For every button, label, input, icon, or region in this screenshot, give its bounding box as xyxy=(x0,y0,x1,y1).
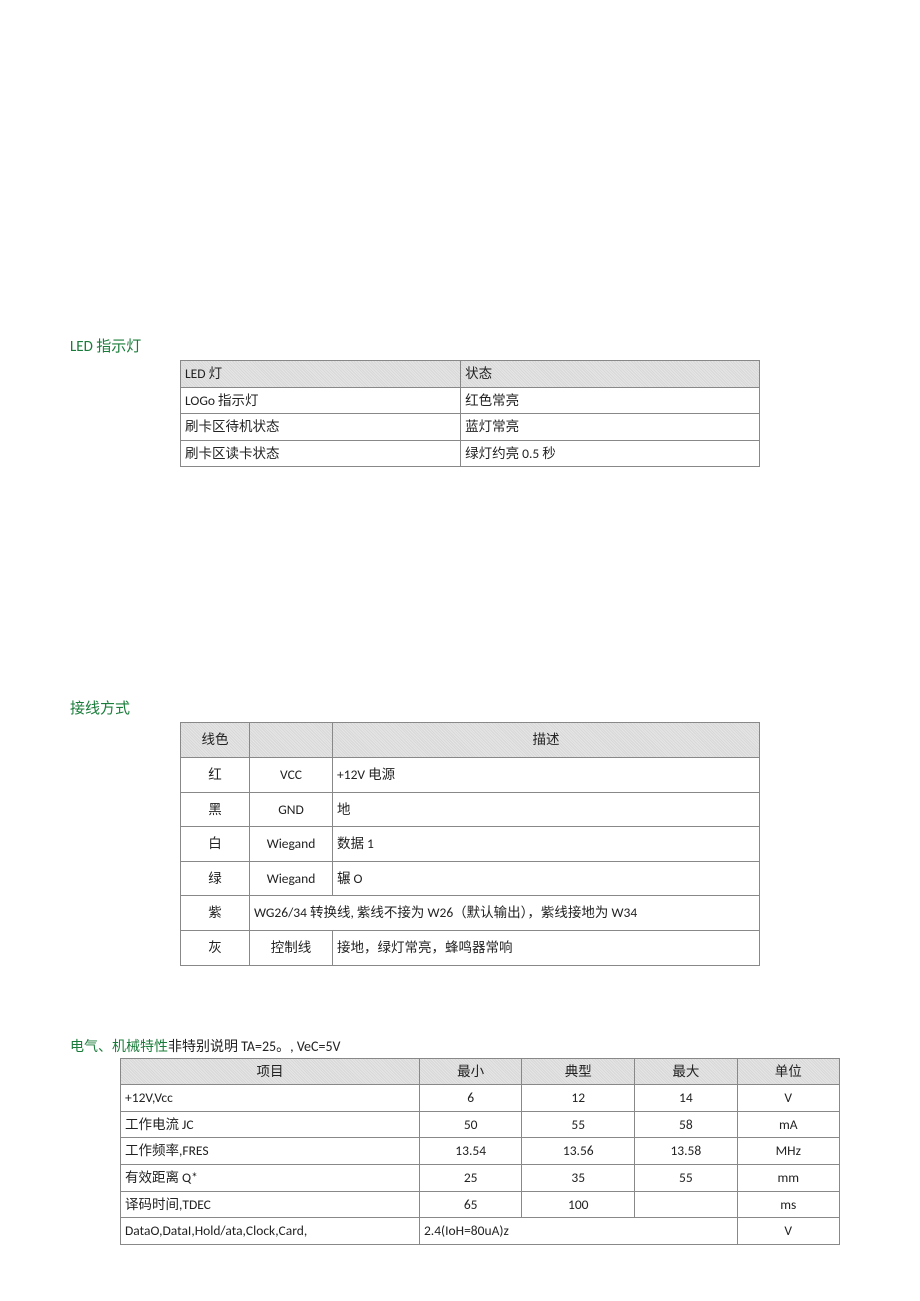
table-row: 有效距离 Q* 25 35 55 mm xyxy=(121,1164,840,1191)
led-cell: 刷卡区读卡状态 xyxy=(181,440,461,467)
wiring-color: 白 xyxy=(181,827,250,862)
table-row: 工作频率,FRES 13.54 13.56 13.58 MHz xyxy=(121,1138,840,1165)
wiring-signal: Wiegand xyxy=(250,861,333,896)
elec-item: +12V,Vcc xyxy=(121,1085,420,1112)
led-header-led: LED 灯 xyxy=(181,361,461,388)
led-cell: 红色常亮 xyxy=(461,387,760,414)
elec-min: 50 xyxy=(419,1111,521,1138)
wiring-desc: 数据 1 xyxy=(333,827,760,862)
table-row: 绿 Wiegand 辗 O xyxy=(181,861,760,896)
wiring-desc: 地 xyxy=(333,792,760,827)
wiring-color: 黑 xyxy=(181,792,250,827)
table-row: 紫 WG26/34 转换线, 紫线不接为 W26（默认输出），紫线接地为 W34 xyxy=(181,896,760,931)
wiring-signal: GND xyxy=(250,792,333,827)
elec-max: 55 xyxy=(635,1164,737,1191)
elec-unit: MHz xyxy=(737,1138,839,1165)
elec-max: 13.58 xyxy=(635,1138,737,1165)
elec-heading-black: 非特别说明 TA=25。, VeC=5V xyxy=(168,1036,341,1056)
table-row: DataO,DataI,Hold/ata,Clock,Card, 2.4(IoH… xyxy=(121,1218,840,1245)
elec-unit: mm xyxy=(737,1164,839,1191)
elec-unit: V xyxy=(737,1218,839,1245)
table-row: 刷卡区读卡状态 绿灯约亮 0.5 秒 xyxy=(181,440,760,467)
wiring-header-color: 线色 xyxy=(181,723,250,758)
wiring-signal: VCC xyxy=(250,757,333,792)
wiring-color: 灰 xyxy=(181,930,250,965)
table-row: 白 Wiegand 数据 1 xyxy=(181,827,760,862)
elec-header-item: 项目 xyxy=(121,1058,420,1085)
electrical-table: 项目 最小 典型 最大 单位 +12V,Vcc 6 12 14 V 工作电流 J… xyxy=(120,1058,840,1245)
elec-typ: 35 xyxy=(522,1164,635,1191)
elec-item: 工作频率,FRES xyxy=(121,1138,420,1165)
elec-unit: V xyxy=(737,1085,839,1112)
table-row: 红 VCC +12V 电源 xyxy=(181,757,760,792)
elec-header-max: 最大 xyxy=(635,1058,737,1085)
elec-min: 25 xyxy=(419,1164,521,1191)
table-row: 刷卡区待机状态 蓝灯常亮 xyxy=(181,414,760,441)
section-led: LED 指示灯 LED 灯 状态 LOGo 指示灯 红色常亮 刷卡区待机状态 蓝… xyxy=(70,335,850,467)
led-cell: LOGo 指示灯 xyxy=(181,387,461,414)
led-heading: LED 指示灯 xyxy=(70,335,850,356)
section-electrical: 电气、机械特性 非特别说明 TA=25。, VeC=5V 项目 最小 典型 最大… xyxy=(70,1036,850,1245)
elec-max xyxy=(635,1191,737,1218)
table-row: +12V,Vcc 6 12 14 V xyxy=(121,1085,840,1112)
elec-header-min: 最小 xyxy=(419,1058,521,1085)
wiring-color: 绿 xyxy=(181,861,250,896)
wiring-header-desc: 描述 xyxy=(333,723,760,758)
table-row: 灰 控制线 接地，绿灯常亮，蜂鸣器常响 xyxy=(181,930,760,965)
wiring-signal: 控制线 xyxy=(250,930,333,965)
elec-typ: 12 xyxy=(522,1085,635,1112)
wiring-desc: 接地，绿灯常亮，蜂鸣器常响 xyxy=(333,930,760,965)
electrical-heading: 电气、机械特性 非特别说明 TA=25。, VeC=5V xyxy=(70,1036,850,1056)
elec-typ: 100 xyxy=(522,1191,635,1218)
elec-min: 65 xyxy=(419,1191,521,1218)
elec-typ: 55 xyxy=(522,1111,635,1138)
led-cell: 绿灯约亮 0.5 秒 xyxy=(461,440,760,467)
table-row: LOGo 指示灯 红色常亮 xyxy=(181,387,760,414)
wiring-color: 红 xyxy=(181,757,250,792)
elec-unit: mA xyxy=(737,1111,839,1138)
elec-max: 58 xyxy=(635,1111,737,1138)
elec-min: 13.54 xyxy=(419,1138,521,1165)
elec-typ: 13.56 xyxy=(522,1138,635,1165)
wiring-header-signal xyxy=(250,723,333,758)
elec-max: 14 xyxy=(635,1085,737,1112)
elec-item: DataO,DataI,Hold/ata,Clock,Card, xyxy=(121,1218,420,1245)
wiring-color: 紫 xyxy=(181,896,250,931)
elec-item: 有效距离 Q* xyxy=(121,1164,420,1191)
elec-unit: ms xyxy=(737,1191,839,1218)
led-cell: 刷卡区待机状态 xyxy=(181,414,461,441)
led-cell: 蓝灯常亮 xyxy=(461,414,760,441)
elec-header-typ: 典型 xyxy=(522,1058,635,1085)
elec-span: 2.4(IoH=80uA)z xyxy=(419,1218,737,1245)
table-header-row: 线色 描述 xyxy=(181,723,760,758)
elec-heading-green: 电气、机械特性 xyxy=(70,1036,168,1056)
wiring-desc: WG26/34 转换线, 紫线不接为 W26（默认输出），紫线接地为 W34 xyxy=(250,896,760,931)
led-header-status: 状态 xyxy=(461,361,760,388)
table-row: 黑 GND 地 xyxy=(181,792,760,827)
table-row: 译码时间,TDEC 65 100 ms xyxy=(121,1191,840,1218)
elec-item: 工作电流 JC xyxy=(121,1111,420,1138)
table-header-row: LED 灯 状态 xyxy=(181,361,760,388)
wiring-desc: +12V 电源 xyxy=(333,757,760,792)
wiring-table: 线色 描述 红 VCC +12V 电源 黑 GND 地 白 Wiegand 数据… xyxy=(180,722,760,965)
section-wiring: 接线方式 线色 描述 红 VCC +12V 电源 黑 GND 地 白 Wiega… xyxy=(70,697,850,965)
elec-header-unit: 单位 xyxy=(737,1058,839,1085)
elec-item: 译码时间,TDEC xyxy=(121,1191,420,1218)
table-row: 工作电流 JC 50 55 58 mA xyxy=(121,1111,840,1138)
led-table: LED 灯 状态 LOGo 指示灯 红色常亮 刷卡区待机状态 蓝灯常亮 刷卡区读… xyxy=(180,360,760,467)
wiring-desc: 辗 O xyxy=(333,861,760,896)
elec-min: 6 xyxy=(419,1085,521,1112)
table-header-row: 项目 最小 典型 最大 单位 xyxy=(121,1058,840,1085)
wiring-signal: Wiegand xyxy=(250,827,333,862)
wiring-heading: 接线方式 xyxy=(70,697,850,718)
